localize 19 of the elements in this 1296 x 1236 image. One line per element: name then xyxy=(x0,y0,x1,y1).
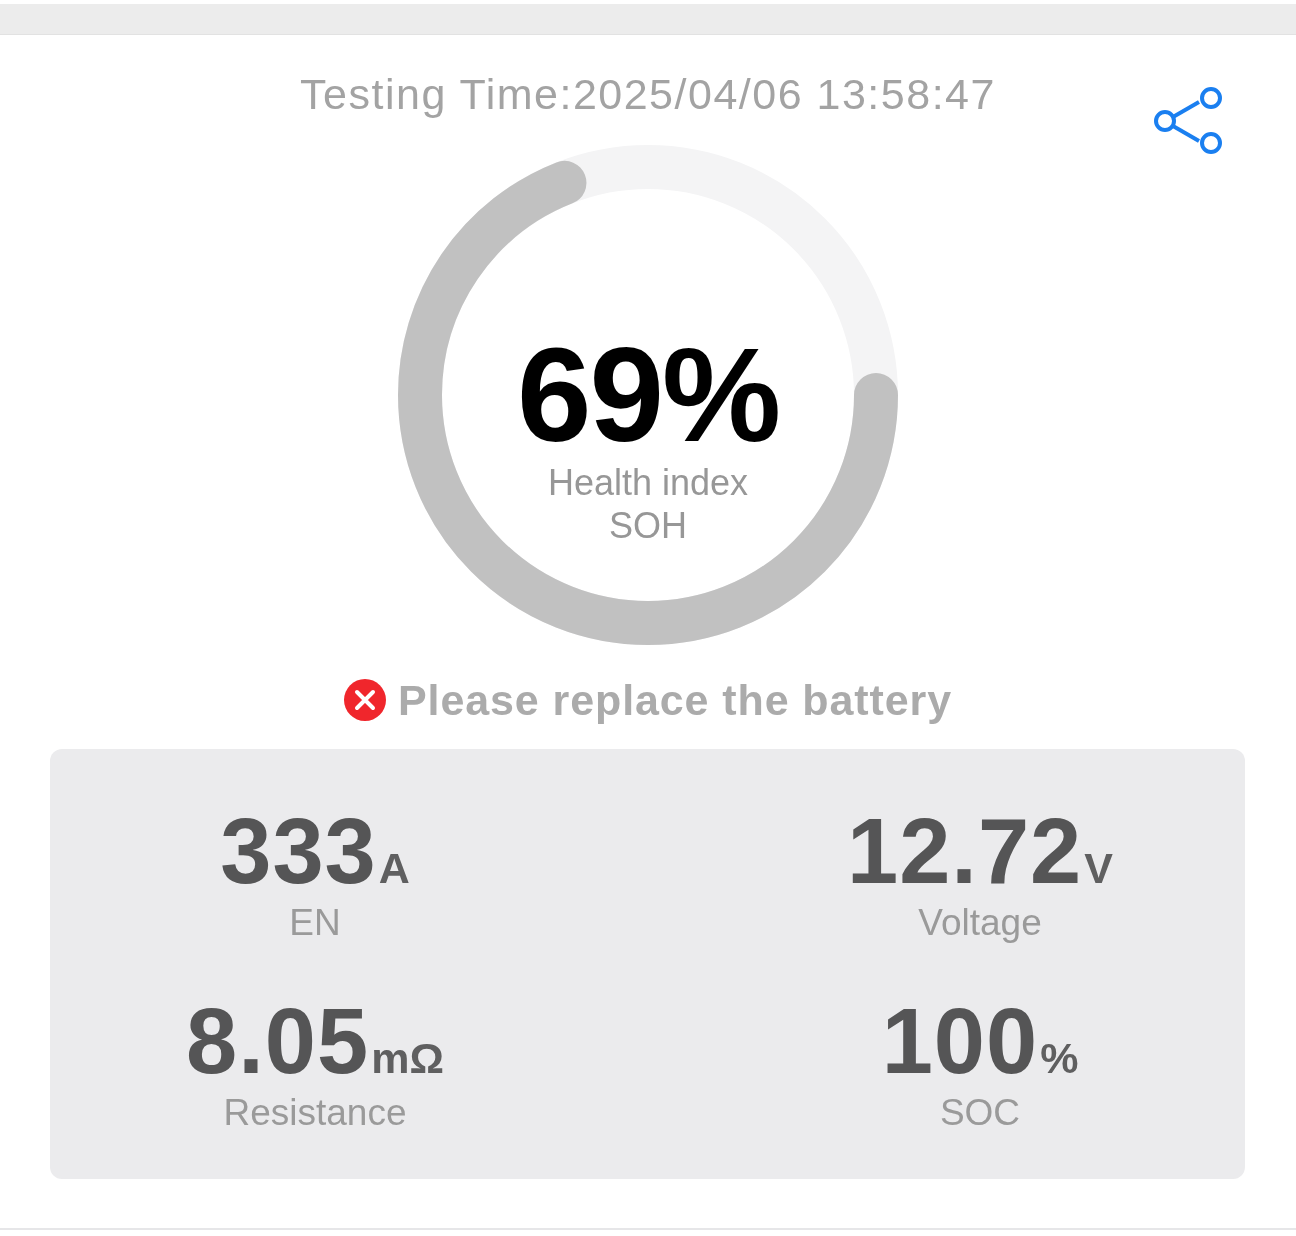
metric-label: Resistance xyxy=(223,1091,407,1135)
health-value: 69% xyxy=(516,335,780,455)
health-label: Health index xyxy=(547,461,749,504)
metric-label: SOC xyxy=(939,1091,1021,1135)
metric-unit: % xyxy=(1040,1033,1079,1083)
metric-label: Voltage xyxy=(918,901,1042,945)
metric-value: 12.72 xyxy=(847,801,1083,901)
share-icon[interactable] xyxy=(1154,87,1222,156)
soh-label: SOH xyxy=(609,504,687,547)
metric-value: 100 xyxy=(881,991,1039,1091)
metric-label: EN xyxy=(289,901,341,945)
metric-value: 333 xyxy=(220,801,377,901)
error-icon xyxy=(344,679,386,721)
metric-unit: V xyxy=(1084,843,1113,893)
testing-time: Testing Time:2025/04/06 13:58:47 xyxy=(300,69,996,119)
status-message: Please replace the battery xyxy=(398,675,952,725)
metric-unit: mΩ xyxy=(371,1033,444,1083)
metric-value: 8.05 xyxy=(186,991,370,1091)
metric-unit: A xyxy=(378,843,410,893)
